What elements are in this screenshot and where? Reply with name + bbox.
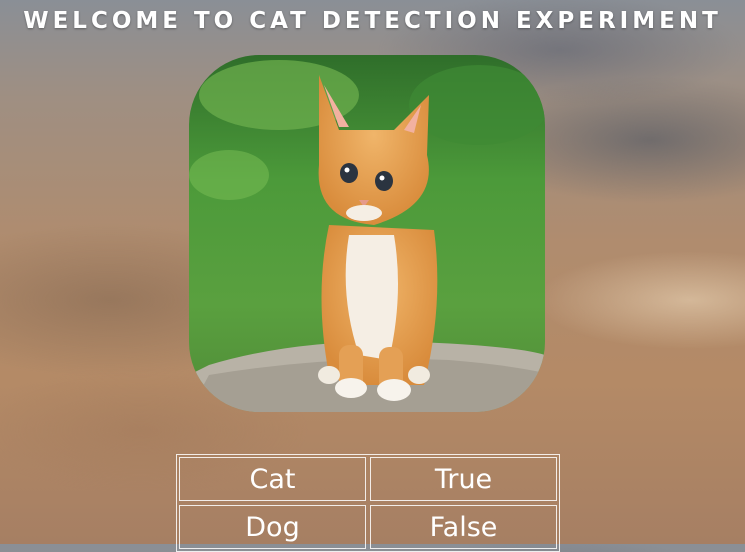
label-cell: Dog [179, 505, 366, 549]
kitten-photo [189, 55, 545, 412]
table-row: Cat True [177, 455, 559, 503]
value-cell: False [370, 505, 557, 549]
page-title: WELCOME TO CAT DETECTION EXPERIMENT [23, 8, 722, 34]
label-cell: Cat [179, 457, 366, 501]
detection-results-table: Cat True Dog False [176, 454, 560, 552]
value-cell: True [370, 457, 557, 501]
